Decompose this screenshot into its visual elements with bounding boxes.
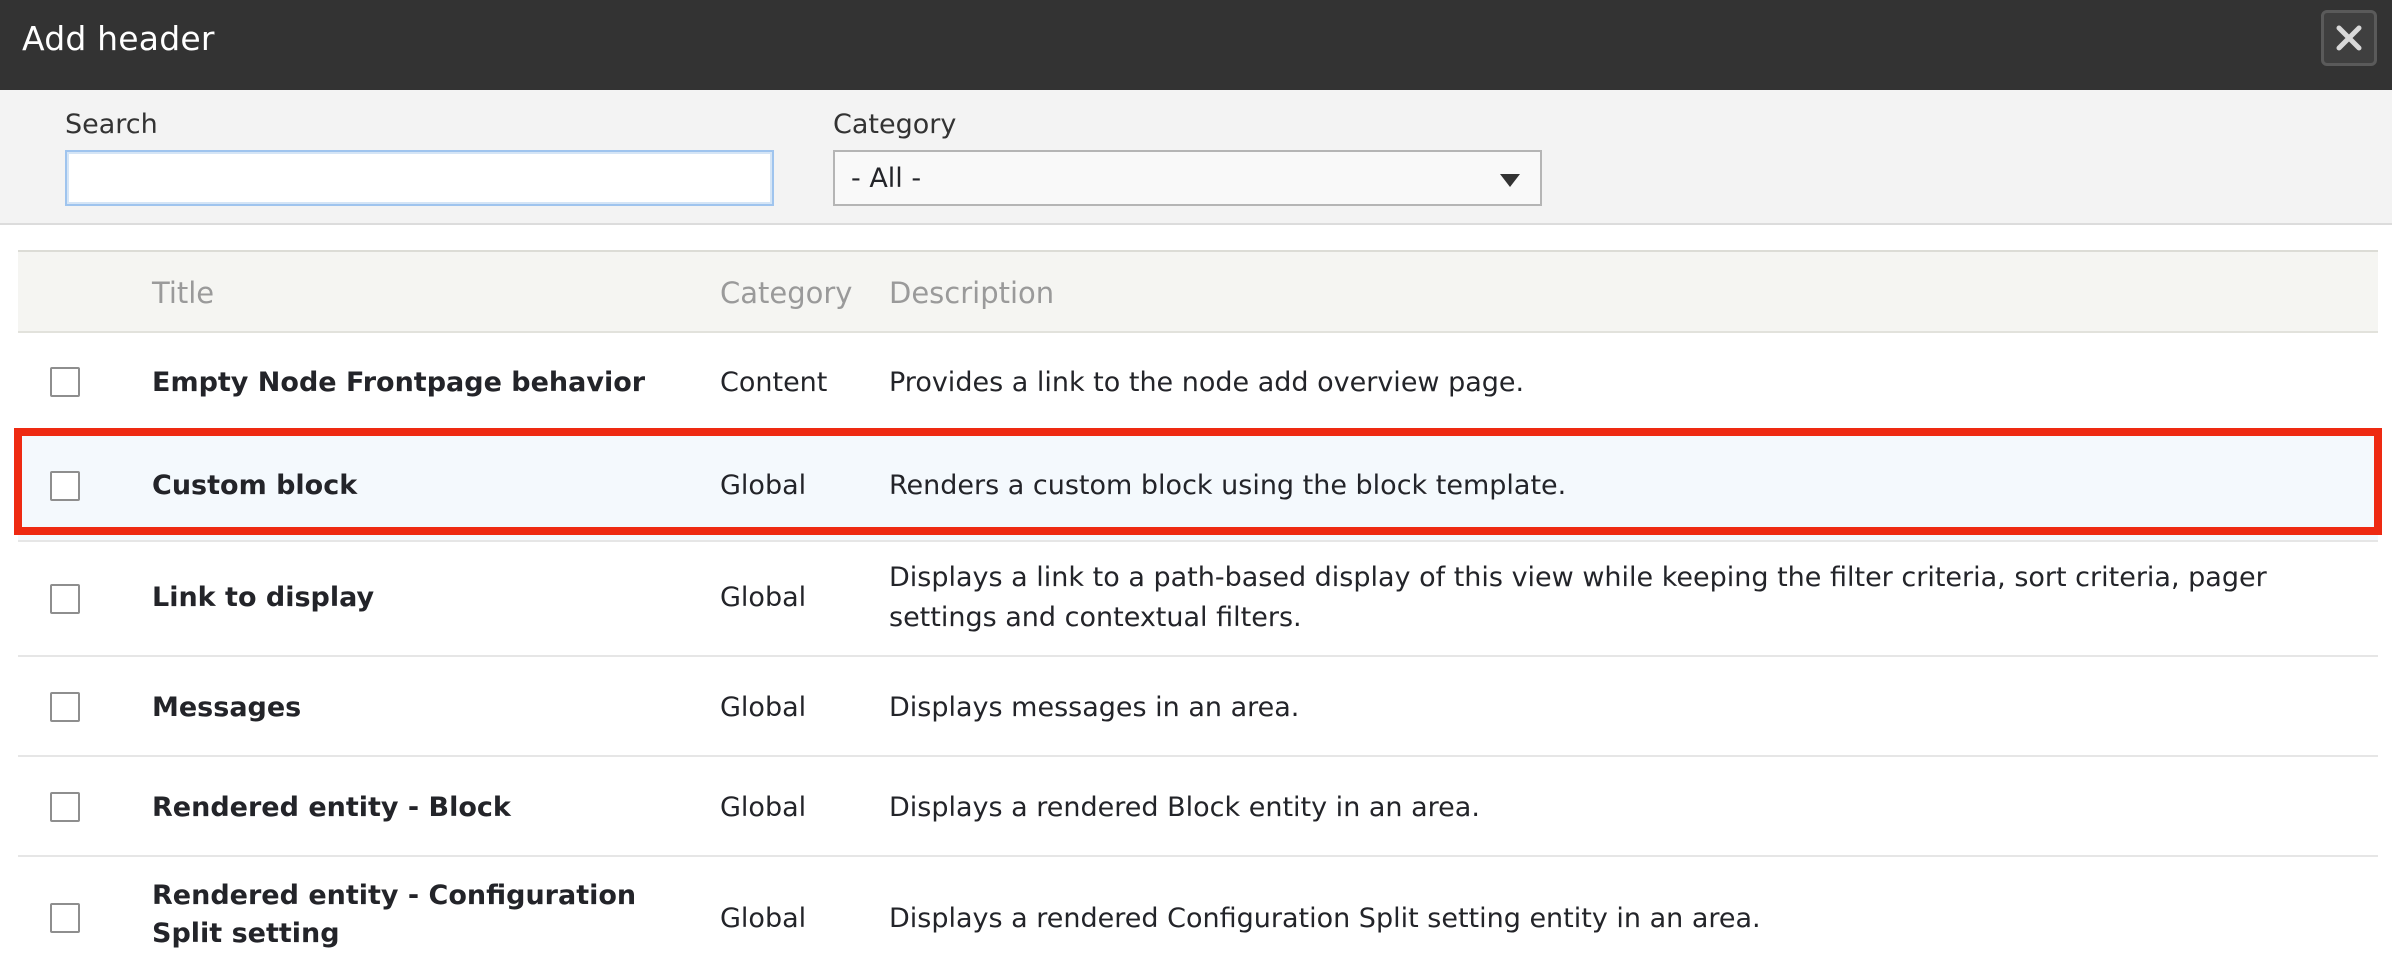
row-category: Global — [720, 903, 807, 934]
category-select[interactable]: - All - — [833, 150, 1542, 206]
category-select-value: - All - — [851, 163, 922, 194]
row-category: Global — [720, 470, 807, 501]
row-description: Displays messages in an area. — [889, 692, 1300, 723]
table-row[interactable]: Link to display Global Displays a link t… — [18, 542, 2378, 657]
search-input[interactable] — [65, 150, 774, 206]
row-description: Displays a rendered Configuration Split … — [889, 903, 1761, 934]
handlers-table: Title Category Description Empty Node Fr… — [18, 250, 2378, 977]
table-row[interactable]: Rendered entity - Configuration Split se… — [18, 857, 2378, 977]
dialog-titlebar: Add header — [0, 0, 2392, 90]
column-header-description: Description — [889, 276, 1055, 310]
row-category: Global — [720, 692, 807, 723]
row-category: Global — [720, 792, 807, 823]
row-category: Content — [720, 367, 828, 398]
row-checkbox[interactable] — [50, 792, 80, 822]
row-title: Rendered entity - Configuration Split se… — [152, 880, 637, 949]
close-icon — [2336, 25, 2362, 51]
search-label: Search — [65, 109, 158, 140]
close-button[interactable] — [2321, 10, 2377, 66]
row-checkbox[interactable] — [50, 692, 80, 722]
row-title: Messages — [152, 692, 302, 723]
filters-bar: Search Category - All - — [0, 90, 2392, 225]
table-row[interactable]: Custom block Global Renders a custom blo… — [18, 433, 2378, 542]
category-label: Category — [833, 109, 957, 140]
column-header-title: Title — [152, 276, 215, 310]
row-description: Provides a link to the node add overview… — [889, 367, 1525, 398]
table-row[interactable]: Rendered entity - Block Global Displays … — [18, 757, 2378, 857]
column-header-category: Category — [720, 276, 853, 310]
row-title: Empty Node Frontpage behavior — [152, 367, 646, 398]
row-checkbox[interactable] — [50, 903, 80, 933]
table-row[interactable]: Empty Node Frontpage behavior Content Pr… — [18, 333, 2378, 433]
row-checkbox[interactable] — [50, 471, 80, 501]
row-checkbox[interactable] — [50, 584, 80, 614]
chevron-down-icon — [1500, 174, 1520, 187]
row-description: Displays a rendered Block entity in an a… — [889, 792, 1480, 823]
row-title: Custom block — [152, 470, 358, 501]
dialog-title: Add header — [22, 19, 215, 58]
table-row[interactable]: Messages Global Displays messages in an … — [18, 657, 2378, 757]
row-category: Global — [720, 582, 807, 613]
table-header: Title Category Description — [18, 250, 2378, 333]
row-title: Link to display — [152, 582, 375, 613]
row-description: Displays a link to a path-based display … — [889, 562, 2267, 633]
row-title: Rendered entity - Block — [152, 792, 511, 823]
row-description: Renders a custom block using the block t… — [889, 470, 1567, 501]
row-checkbox[interactable] — [50, 367, 80, 397]
